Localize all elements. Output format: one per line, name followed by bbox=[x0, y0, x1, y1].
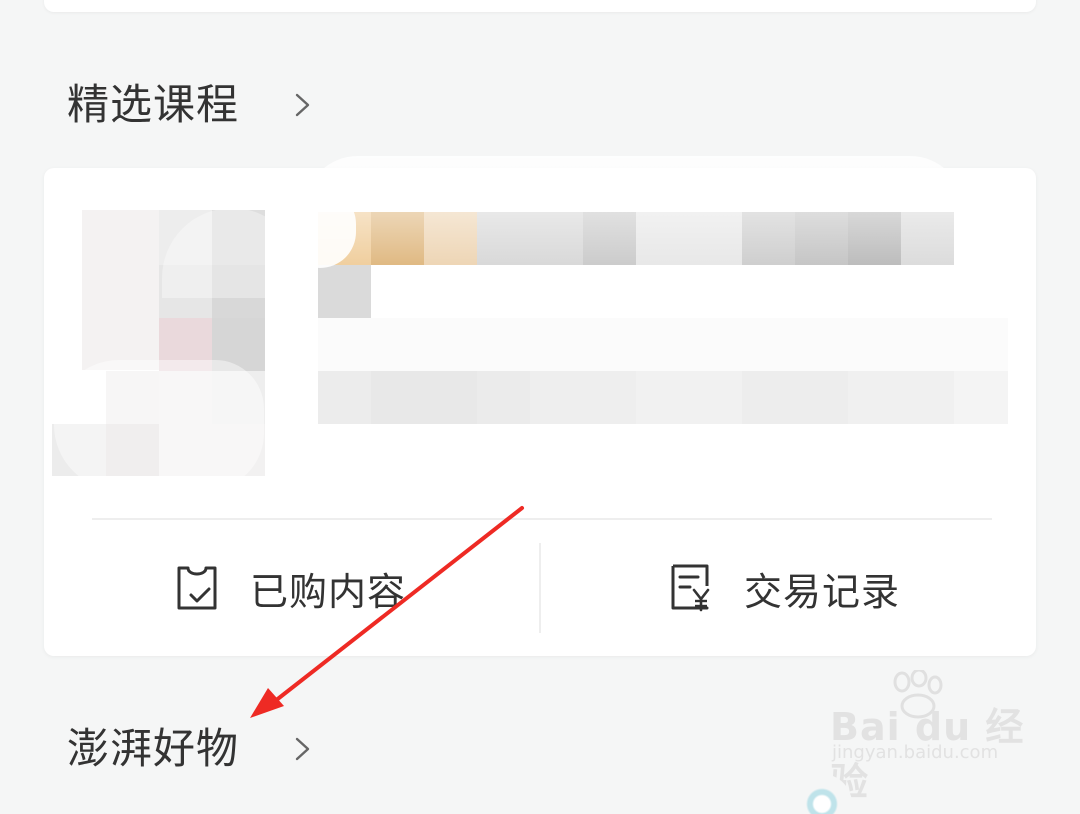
watermark-url: jingyan.baidu.com bbox=[832, 742, 999, 763]
baidu-jingyan-watermark: Bai du 经验 jingyan.baidu.com bbox=[830, 670, 1030, 804]
